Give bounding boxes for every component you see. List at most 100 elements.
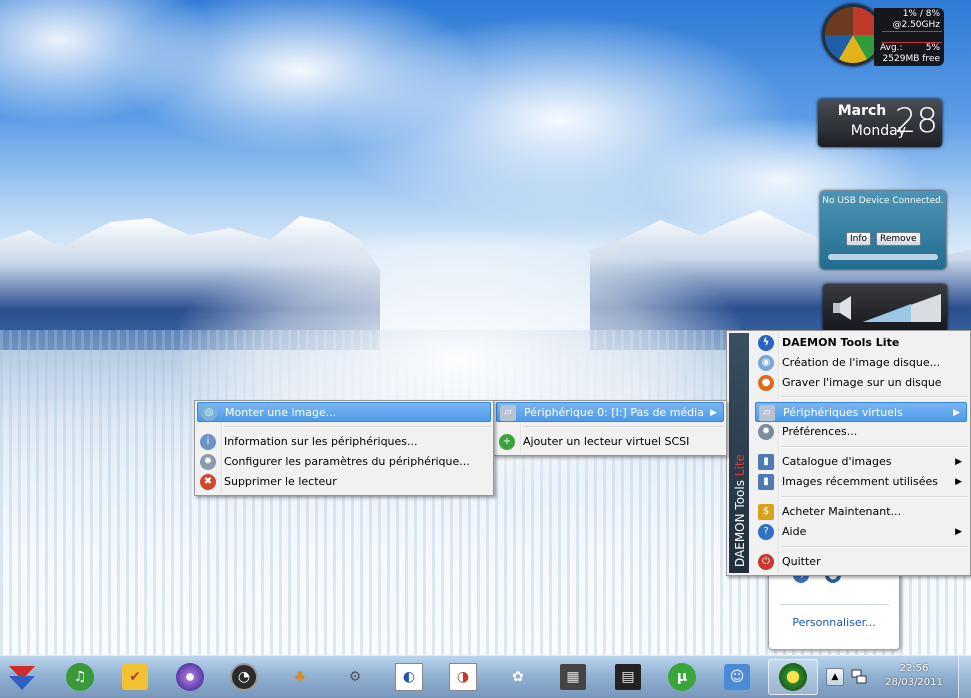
catalog-icon: ▮ (758, 454, 774, 470)
gauge-app-icon: ◔ (230, 663, 258, 691)
volume-gadget[interactable] (823, 284, 947, 332)
gear-icon: ✹ (758, 424, 774, 440)
menu-item-label: Graver l'image sur un disque (782, 376, 942, 389)
menu-item-delete-drive[interactable]: ✖ Supprimer le lecteur (197, 472, 491, 492)
player-app-icon-2: ◑ (449, 663, 477, 691)
film-app-icon: ▤ (615, 664, 641, 690)
taskbar-app-gnome[interactable]: ✿ (498, 659, 538, 695)
taskbar: ♫ ✔ ◔ ♣ ⚙ ◐ ◑ ✿ ▦ ▤ µ ☺ ▲ 22:56 28/03/20… (0, 655, 971, 698)
usb-status-message: No USB Device Connected. (822, 196, 944, 206)
menu-item-label: Images récemment utilisées (782, 475, 938, 488)
drive-submenu: ◎ Monter une image... i Information sur … (194, 400, 494, 496)
start-button[interactable] (2, 659, 42, 695)
buy-icon: $ (758, 504, 774, 520)
info-icon: i (200, 434, 216, 450)
menu-item-device-0[interactable]: ▱ Périphérique 0: [I:] Pas de média ▶ (496, 402, 724, 422)
utorrent-icon: µ (668, 663, 696, 691)
clock-date: 28/03/2011 (885, 677, 943, 688)
menu-item-add-scsi-drive[interactable]: + Ajouter un lecteur virtuel SCSI (496, 432, 724, 452)
show-desktop-button[interactable] (958, 656, 971, 698)
taskbar-app-gauge[interactable]: ◔ (224, 659, 264, 695)
menu-item-daemon-tools-lite[interactable]: ϟ DAEMON Tools Lite (755, 333, 968, 353)
taskbar-app-film[interactable]: ▤ (608, 659, 648, 695)
menu-separator (224, 426, 491, 428)
menu-item-help[interactable]: ? Aide ▶ (755, 522, 968, 542)
taskbar-app-chip[interactable]: ▦ (553, 659, 593, 695)
menu-item-mount-image[interactable]: ◎ Monter une image... (197, 402, 491, 422)
menu-item-label: Création de l'image disque... (782, 356, 941, 369)
cpu-usage: 1% / 8% (902, 9, 940, 19)
daemon-lightning-icon: ϟ (758, 335, 774, 351)
pineapple-app-icon: ♣ (293, 669, 307, 685)
menu-item-burn-image[interactable]: ● Graver l'image sur un disque (755, 373, 968, 393)
menu-item-label: DAEMON Tools Lite (782, 336, 900, 349)
tray-popup-divider (779, 604, 889, 605)
menu-item-create-image[interactable]: ◉ Création de l'image disque... (755, 353, 968, 373)
usb-info-button[interactable]: Info (846, 232, 872, 246)
menu-item-configure-device[interactable]: ✹ Configurer les paramètres du périphéri… (197, 452, 491, 472)
menu-item-recent-images[interactable]: ▮ Images récemment utilisées ▶ (755, 472, 968, 492)
menu-separator (781, 446, 968, 448)
taskbar-app-pineapple[interactable]: ♣ (280, 659, 320, 695)
daemon-menu-banner: DAEMON Tools Lite (729, 333, 749, 573)
cpu-average: Avg.: 5% (878, 43, 940, 54)
calendar-date: 28 (894, 101, 938, 141)
calendar-gadget[interactable]: March Monday 28 (818, 99, 942, 147)
menu-item-label: Catalogue d'images (782, 455, 892, 468)
taskbar-app-finder[interactable]: ☺ (717, 659, 757, 695)
music-ex-icon: ♫ (66, 663, 94, 691)
menu-item-quit[interactable]: ⏻ Quitter (755, 552, 968, 572)
menu-item-label: Supprimer le lecteur (224, 475, 337, 488)
menu-separator (523, 426, 724, 428)
mount-icon: ◎ (201, 405, 217, 421)
cpu-meter-readout: 1% / 8% @2.50GHz Avg.: 5% 2529MB free (874, 8, 944, 66)
network-icon[interactable] (851, 668, 867, 686)
cpu-red-bar (882, 31, 942, 43)
clock-time: 22:56 (899, 663, 929, 674)
menu-item-label: Configurer les paramètres du périphériqu… (224, 455, 470, 468)
help-icon: ? (758, 524, 774, 540)
cpu-average-label: Avg.: (880, 43, 903, 53)
menu-item-device-info[interactable]: i Information sur les périphériques... (197, 432, 491, 452)
daemon-tools-icon (779, 663, 807, 691)
menu-item-image-catalog[interactable]: ▮ Catalogue d'images ▶ (755, 452, 968, 472)
start-arrow-icon (9, 666, 35, 690)
daemon-banner-accent: Lite (733, 454, 747, 477)
menu-item-preferences[interactable]: ✹ Préférences... (755, 422, 968, 442)
burn-icon: ● (758, 375, 774, 391)
menu-item-label: Périphériques virtuels (783, 406, 903, 419)
usb-progress-bar (828, 254, 938, 260)
usb-remove-button[interactable]: Remove (876, 232, 921, 246)
menu-item-label: Ajouter un lecteur virtuel SCSI (523, 435, 690, 448)
menu-item-buy-now[interactable]: $ Acheter Maintenant... (755, 502, 968, 522)
taskbar-app-daemon-tools[interactable] (768, 659, 818, 695)
taskbar-app-checkmark[interactable]: ✔ (115, 659, 155, 695)
memory-free: 2529MB free (882, 54, 940, 64)
taskbar-app-pipe[interactable]: ⚙ (335, 659, 375, 695)
cpu-average-value: 5% (925, 43, 940, 53)
add-drive-icon: + (499, 434, 515, 450)
system-clock[interactable]: 22:56 28/03/2011 (873, 662, 955, 690)
cpu-speed: @2.50GHz (892, 20, 940, 30)
volume-level-wedge[interactable] (863, 292, 941, 324)
menu-item-label: Acheter Maintenant... (782, 505, 902, 518)
daemon-banner-label: DAEMON Tools Lite (733, 454, 747, 567)
taskbar-app-player-2[interactable]: ◑ (443, 659, 483, 695)
tray-customize-link[interactable]: Personnaliser... (769, 616, 899, 629)
menu-separator (781, 546, 968, 548)
gnome-foot-icon: ✿ (512, 669, 524, 685)
taskbar-app-disc[interactable] (170, 659, 210, 695)
disc-app-icon (176, 663, 204, 691)
taskbar-app-utorrent[interactable]: µ (662, 659, 702, 695)
submenu-arrow-icon: ▶ (710, 408, 717, 418)
delete-icon: ✖ (200, 474, 216, 490)
taskbar-app-player-1[interactable]: ◐ (389, 659, 429, 695)
menu-item-virtual-devices[interactable]: ▱ Périphériques virtuels ▶ (755, 402, 967, 422)
drive-icon: ▱ (500, 405, 516, 421)
show-hidden-icons-button[interactable]: ▲ (826, 668, 844, 686)
menu-separator (781, 496, 968, 498)
menu-item-label: Quitter (782, 555, 821, 568)
chevron-up-icon: ▲ (831, 672, 839, 682)
taskbar-app-music[interactable]: ♫ (60, 659, 100, 695)
cpu-meter-gadget[interactable]: 1% / 8% @2.50GHz Avg.: 5% 2529MB free (822, 4, 946, 68)
